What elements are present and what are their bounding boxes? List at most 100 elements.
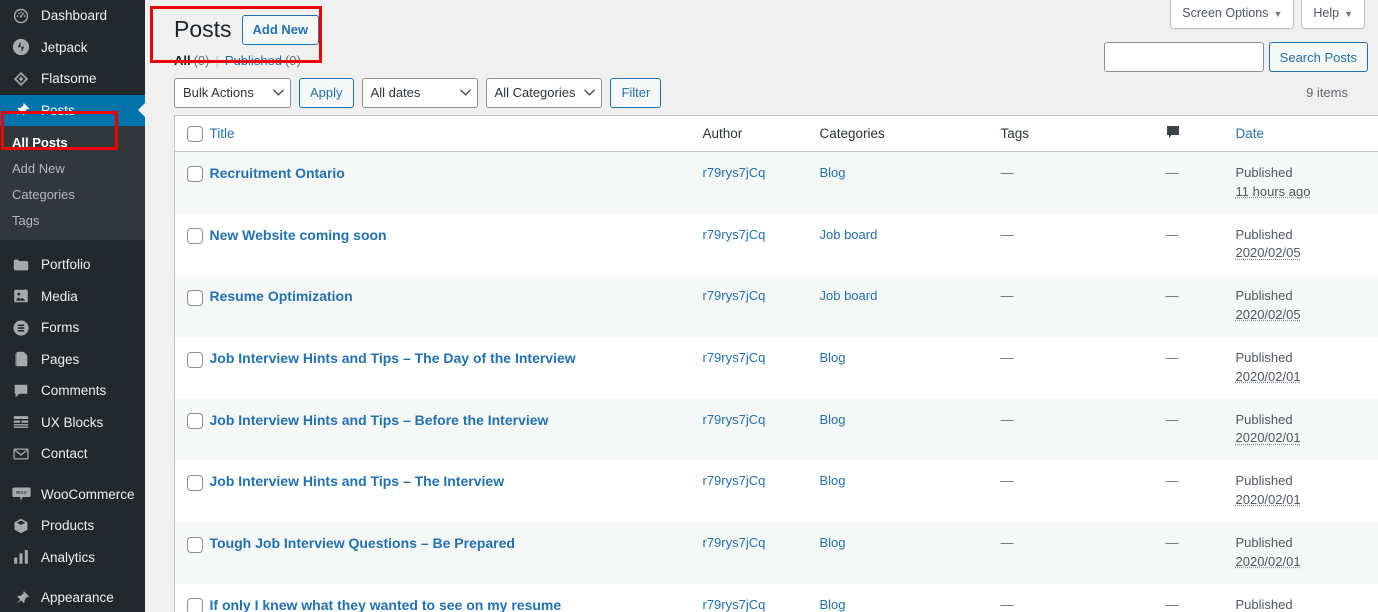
sidebar-item-pages[interactable]: Pages	[0, 344, 145, 376]
sidebar-item-forms[interactable]: Forms	[0, 312, 145, 344]
submenu-item-tags[interactable]: Tags	[0, 208, 145, 234]
row-select-cell	[175, 399, 210, 461]
select-all-checkbox[interactable]	[187, 125, 203, 142]
appearance-icon	[10, 588, 32, 608]
row-checkbox[interactable]	[187, 474, 203, 491]
sidebar-item-analytics[interactable]: Analytics	[0, 542, 145, 574]
submenu-item-add-new[interactable]: Add New	[0, 156, 145, 182]
post-title-link[interactable]: New Website coming soon	[210, 227, 387, 243]
sidebar-item-posts[interactable]: Posts	[0, 94, 145, 126]
status-link-published-label[interactable]: Published	[225, 53, 282, 68]
post-date-value: 2020/02/05	[1235, 307, 1301, 323]
post-title-link[interactable]: Tough Job Interview Questions – Be Prepa…	[210, 535, 515, 551]
row-select-cell	[175, 337, 210, 399]
post-author-link[interactable]: r79rys7jCq	[703, 535, 766, 550]
post-title-link[interactable]: Job Interview Hints and Tips – The Inter…	[210, 473, 505, 489]
row-checkbox[interactable]	[187, 536, 203, 553]
submenu-item-categories[interactable]: Categories	[0, 182, 145, 208]
sidebar-item-flatsome[interactable]: Flatsome	[0, 63, 145, 95]
search-posts-button[interactable]: Search Posts	[1268, 42, 1368, 72]
post-category-link[interactable]: Blog	[820, 473, 846, 488]
post-category-link[interactable]: Job board	[820, 227, 878, 242]
table-row: Job Interview Hints and Tips – The Day o…	[174, 336, 1378, 399]
post-tags-value: —	[1000, 164, 1014, 180]
column-header-author: Author	[702, 115, 820, 152]
post-tags-value: —	[1000, 535, 1014, 551]
submenu-item-all-posts[interactable]: All Posts	[0, 130, 145, 156]
sidebar-item-products[interactable]: Products	[0, 510, 145, 542]
bulk-actions-select[interactable]: Bulk Actions	[174, 77, 291, 108]
category-filter-select[interactable]: All Categories	[485, 77, 603, 108]
post-title-cell: Job Interview Hints and Tips – The Inter…	[210, 460, 703, 522]
post-title-link[interactable]: Job Interview Hints and Tips – Before th…	[210, 412, 549, 428]
column-header-date-label[interactable]: Date	[1236, 126, 1265, 141]
sidebar-item-media[interactable]: Media	[0, 281, 145, 313]
post-tags-cell: —	[1001, 522, 1166, 584]
post-category-link[interactable]: Blog	[820, 535, 846, 550]
status-link-published[interactable]: Published (9)	[225, 53, 301, 68]
status-link-all-label[interactable]: All	[174, 53, 191, 68]
screen-options-button[interactable]: Screen Options ▼	[1170, 0, 1295, 29]
post-title-link[interactable]: Resume Optimization	[210, 288, 353, 304]
post-author-link[interactable]: r79rys7jCq	[703, 165, 766, 180]
sidebar-item-appearance[interactable]: Appearance	[0, 582, 145, 612]
post-category-link[interactable]: Blog	[820, 412, 846, 427]
sidebar-item-jetpack[interactable]: Jetpack	[0, 32, 145, 64]
post-date-cell: Published 2020/02/01	[1236, 522, 1378, 584]
post-category-link[interactable]: Job board	[820, 288, 878, 303]
post-date-status: Published	[1235, 473, 1293, 489]
analytics-icon	[10, 547, 32, 567]
post-title-link[interactable]: Recruitment Ontario	[210, 165, 345, 181]
post-author-link[interactable]: r79rys7jCq	[703, 288, 766, 303]
post-title-link[interactable]: Job Interview Hints and Tips – The Day o…	[210, 350, 576, 366]
table-row: Resume Optimization r79rys7jCq Job board — —…	[174, 275, 1378, 337]
date-filter-select[interactable]: All dates	[361, 77, 478, 108]
sidebar-item-dashboard[interactable]: Dashboard	[0, 0, 145, 32]
post-comments-cell: —	[1166, 275, 1236, 337]
post-category-link[interactable]: Blog	[820, 597, 846, 612]
column-header-tags: Tags	[1000, 115, 1166, 152]
post-author-link[interactable]: r79rys7jCq	[703, 350, 766, 365]
post-title-link[interactable]: If only I knew what they wanted to see o…	[210, 597, 562, 612]
sidebar-item-label: Dashboard	[41, 8, 108, 24]
row-checkbox[interactable]	[187, 289, 203, 306]
sidebar-item-label: UX Blocks	[41, 414, 104, 430]
row-checkbox[interactable]	[187, 351, 203, 368]
help-button[interactable]: Help ▼	[1301, 0, 1365, 29]
post-author-link[interactable]: r79rys7jCq	[703, 473, 766, 488]
sidebar-item-label: Portfolio	[41, 257, 91, 273]
table-header-row: Title Author Categories Tags Date	[174, 115, 1378, 152]
post-category-link[interactable]: Blog	[820, 350, 846, 365]
sidebar-item-ux-blocks[interactable]: UX Blocks	[0, 407, 145, 439]
post-title-cell: Resume Optimization	[210, 275, 703, 337]
flatsome-icon	[10, 69, 32, 89]
post-author-cell: r79rys7jCq	[703, 584, 820, 612]
post-tags-cell: —	[1001, 399, 1166, 461]
column-header-date[interactable]: Date	[1235, 115, 1378, 152]
sidebar-item-woocommerce[interactable]: woo WooCommerce	[0, 479, 145, 511]
row-checkbox[interactable]	[187, 166, 203, 183]
row-checkbox[interactable]	[187, 598, 203, 612]
add-new-button[interactable]: Add New	[241, 15, 320, 45]
post-author-link[interactable]: r79rys7jCq	[703, 597, 766, 612]
sidebar-item-label: Pages	[41, 351, 80, 367]
post-comments-value: —	[1165, 535, 1179, 551]
column-header-categories-label: Categories	[819, 125, 885, 141]
search-input[interactable]	[1103, 42, 1264, 72]
row-checkbox[interactable]	[187, 228, 203, 245]
post-author-link[interactable]: r79rys7jCq	[703, 227, 766, 242]
status-link-all[interactable]: All (9)	[174, 53, 210, 68]
post-title-cell: Job Interview Hints and Tips – The Day o…	[210, 337, 703, 399]
post-category-link[interactable]: Blog	[820, 165, 846, 180]
filter-button[interactable]: Filter	[610, 77, 662, 108]
row-checkbox[interactable]	[187, 413, 203, 430]
apply-button[interactable]: Apply	[299, 77, 354, 108]
post-author-link[interactable]: r79rys7jCq	[703, 412, 766, 427]
column-header-title[interactable]: Title	[209, 115, 703, 152]
sidebar-item-portfolio[interactable]: Portfolio	[0, 249, 145, 281]
post-comments-value: —	[1165, 226, 1179, 242]
post-comments-value: —	[1165, 164, 1179, 180]
column-header-title-label[interactable]: Title	[210, 126, 235, 141]
sidebar-item-comments[interactable]: Comments	[0, 375, 145, 407]
sidebar-item-contact[interactable]: Contact	[0, 438, 145, 470]
